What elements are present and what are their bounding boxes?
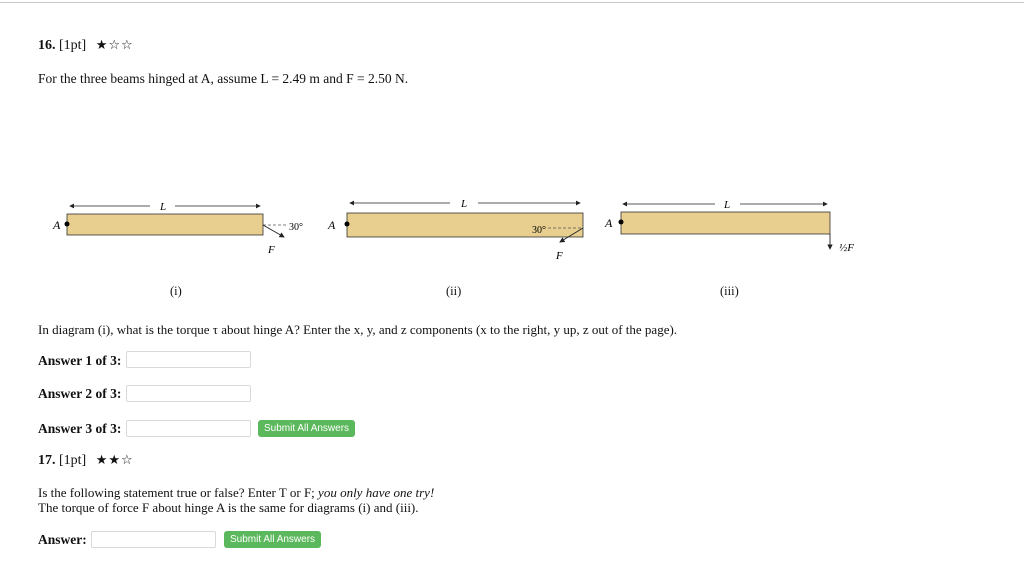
hinge-iii — [618, 219, 624, 225]
hinge-i — [64, 221, 70, 227]
q16-question: In diagram (i), what is the torque τ abo… — [38, 322, 678, 337]
q17-prompt-emphasis: you only have one try! — [318, 485, 435, 500]
answer-2-input[interactable] — [126, 385, 251, 402]
diagram-i-hinge-label: A — [52, 218, 61, 232]
diagram-iii: L A ½F⃗ — [604, 199, 863, 254]
q16-header: 16. [1pt] ★☆☆ — [38, 38, 134, 54]
q16-difficulty-stars-icon: ★☆☆ — [95, 38, 134, 53]
caption-ii: (ii) — [446, 284, 462, 298]
diagram-ii-hinge-label: A — [327, 218, 336, 232]
answer-1-input[interactable] — [126, 351, 251, 368]
hinge-ii — [344, 221, 350, 227]
diagram-i: L A 30° F⃗ — [52, 201, 303, 256]
diagram-i-length-label: L — [159, 201, 166, 213]
beam-ii — [346, 212, 584, 238]
diagram-i-angle-label: 30° — [289, 222, 303, 233]
diagram-iii-length-label: L — [723, 199, 730, 211]
diagram-ii-length-label: L — [460, 198, 467, 210]
diagram-ii-angle-label: 30° — [532, 225, 546, 236]
diagram-ii-force-label: F⃗ — [555, 250, 571, 262]
caption-iii: (iii) — [720, 284, 739, 298]
q16-submit-button[interactable]: Submit All Answers — [258, 420, 356, 437]
beam-iii — [620, 211, 831, 235]
q16-prompt: For the three beams hinged at A, assume … — [38, 71, 409, 86]
q17-header: 17. [1pt] ★★☆ — [38, 453, 134, 469]
q17-number: 17. — [38, 453, 56, 468]
diagram-ii: L A 30° F⃗ — [327, 198, 584, 262]
beam-diagrams: L A 30° F⃗ L A 30° F⃗ L A ½F⃗ — [52, 198, 863, 262]
diagram-i-force-label: F⃗ — [267, 244, 283, 256]
diagram-iii-force-label: ½F⃗ — [839, 242, 863, 254]
q17-prompt: Is the following statement true or false… — [38, 485, 434, 501]
q16-number: 16. — [38, 38, 56, 53]
q17-answer-input[interactable] — [91, 531, 216, 548]
beam-i — [66, 213, 264, 236]
q17-submit-button[interactable]: Submit All Answers — [224, 531, 322, 548]
q17-answer-label: Answer: — [38, 532, 87, 547]
answer-1-label: Answer 1 of 3: — [38, 353, 122, 368]
q17-prompt-main: Is the following statement true or false… — [38, 485, 315, 500]
q16-points: [1pt] — [59, 38, 87, 53]
q17-statement: The torque of force F about hinge A is t… — [38, 500, 419, 515]
diagram-iii-hinge-label: A — [604, 216, 613, 230]
q17-points: [1pt] — [59, 453, 87, 468]
answer-2-label: Answer 2 of 3: — [38, 386, 122, 401]
answer-3-label: Answer 3 of 3: — [38, 421, 122, 436]
answer-3-input[interactable] — [126, 420, 251, 437]
q17-difficulty-stars-icon: ★★☆ — [95, 453, 134, 468]
caption-i: (i) — [170, 284, 182, 298]
top-divider — [0, 2, 1024, 3]
